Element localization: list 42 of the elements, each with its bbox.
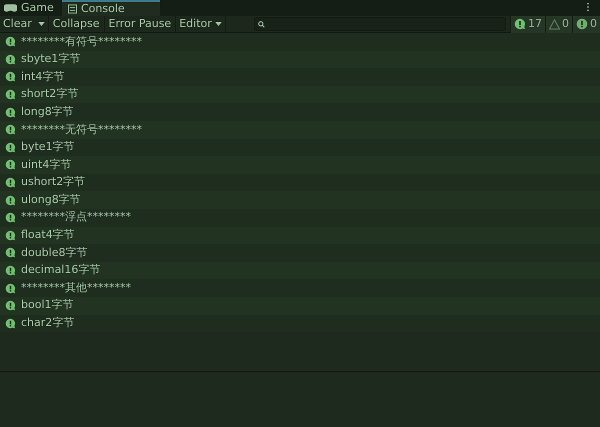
info-icon <box>5 194 16 206</box>
tab[interactable]: Game <box>0 0 62 16</box>
count-toggle[interactable]: 0 <box>572 16 600 32</box>
info-icon <box>5 318 16 329</box>
clear-button[interactable]: Clear <box>0 16 35 32</box>
search-field[interactable] <box>254 17 506 31</box>
count-toggle[interactable]: 17 <box>510 16 545 32</box>
caret-icon <box>38 22 45 26</box>
count-toggle[interactable]: 0 <box>545 16 572 32</box>
info-icon <box>5 230 16 241</box>
log-entry[interactable]: ushort2字节 <box>0 174 600 192</box>
log-entry[interactable]: ********无符号******** <box>0 120 600 139</box>
log-entry[interactable]: decimal16字节 <box>0 262 600 280</box>
warning-icon <box>549 18 560 30</box>
info-icon <box>5 247 16 258</box>
info-icon <box>5 300 16 312</box>
info-icon <box>5 124 16 136</box>
info-icon <box>5 177 16 188</box>
log-entry[interactable]: uint4字节 <box>0 156 600 174</box>
console-icon <box>68 4 77 14</box>
log-entry[interactable]: float4字节 <box>0 226 600 244</box>
info-icon <box>5 159 16 170</box>
info-icon <box>5 265 16 276</box>
log-entry[interactable]: bool1字节 <box>0 296 600 314</box>
info-icon <box>5 71 16 82</box>
log-entry[interactable]: ulong8字节 <box>0 191 600 209</box>
log-entry[interactable]: sbyte1字节 <box>0 50 600 68</box>
log-entry[interactable]: short2字节 <box>0 86 600 104</box>
info-icon <box>5 54 16 65</box>
info-icon <box>5 36 16 48</box>
gamepad-icon <box>4 4 17 12</box>
more-icon[interactable] <box>586 2 590 12</box>
info-icon <box>5 106 16 118</box>
info-icon <box>5 89 16 100</box>
search-icon <box>258 20 265 28</box>
error-icon <box>576 18 588 30</box>
caret-icon <box>214 22 222 26</box>
info-icon <box>5 282 16 294</box>
info-icon <box>5 142 16 153</box>
info-icon <box>5 212 16 224</box>
tab[interactable]: Console <box>62 0 160 16</box>
info-icon <box>514 18 526 30</box>
